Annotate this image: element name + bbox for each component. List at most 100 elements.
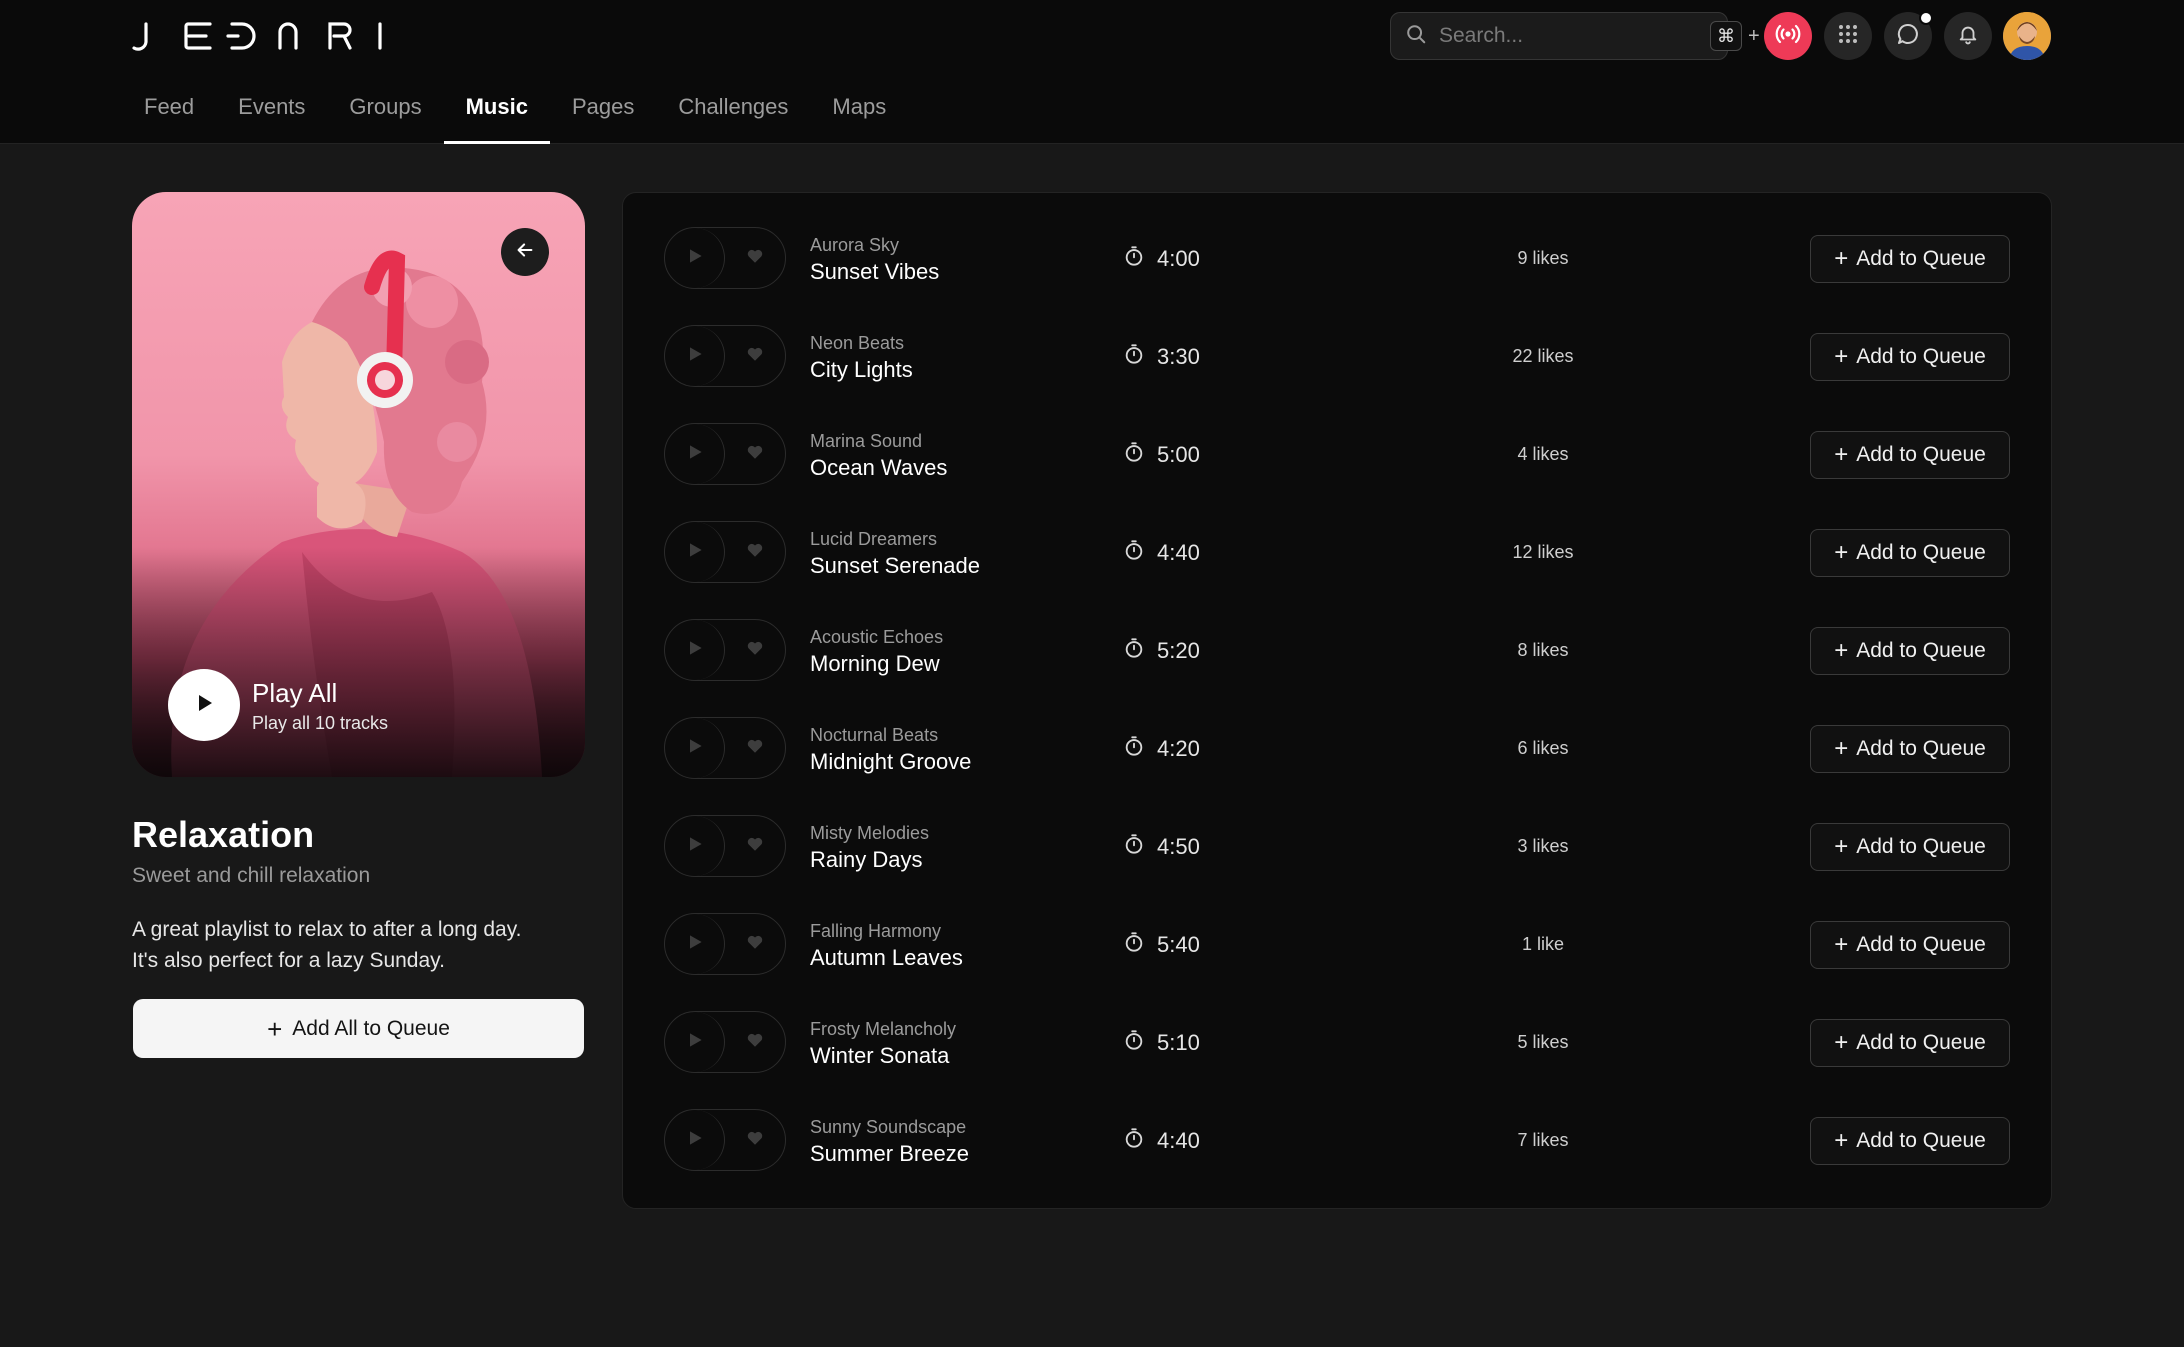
track-duration: 5:00: [1123, 441, 1200, 468]
playlist-description: A great playlist to relax to after a lon…: [132, 914, 592, 976]
track-title[interactable]: City Lights: [810, 357, 913, 383]
play-icon: [685, 736, 705, 761]
track-row: Marina Sound Ocean Waves 5:00 4 likes + …: [623, 389, 2053, 487]
play-icon: [685, 442, 705, 467]
add-to-queue-button[interactable]: + Add to Queue: [1810, 529, 2010, 577]
track-like-button[interactable]: [725, 326, 785, 386]
arrow-left-icon: [514, 239, 536, 266]
add-all-label: Add All to Queue: [292, 1016, 450, 1040]
track-play-button[interactable]: [665, 1110, 726, 1170]
heart-icon: [746, 835, 764, 858]
broadcast-icon: [1774, 20, 1802, 53]
duration-value: 4:50: [1157, 833, 1200, 859]
track-controls: [664, 1011, 786, 1073]
track-play-button[interactable]: [665, 326, 726, 386]
track-list: Aurora Sky Sunset Vibes 4:00 9 likes + A…: [622, 192, 2052, 1209]
avatar[interactable]: [2003, 12, 2051, 60]
track-like-button[interactable]: [725, 816, 785, 876]
add-to-queue-button[interactable]: + Add to Queue: [1810, 823, 2010, 871]
track-play-button[interactable]: [665, 228, 726, 288]
track-artist: Aurora Sky: [810, 235, 900, 255]
add-to-queue-button[interactable]: + Add to Queue: [1810, 1019, 2010, 1067]
tab-challenges[interactable]: Challenges: [656, 86, 810, 144]
track-like-button[interactable]: [725, 620, 785, 680]
track-title[interactable]: Autumn Leaves: [810, 945, 963, 971]
back-button[interactable]: [501, 228, 549, 276]
main-nav: Feed Events Groups Music Pages Challenge…: [122, 86, 908, 144]
play-icon: [685, 344, 705, 369]
play-icon: [685, 932, 705, 957]
tab-music[interactable]: Music: [443, 86, 551, 144]
track-artist: Nocturnal Beats: [810, 725, 939, 745]
plus-icon: +: [1834, 245, 1849, 272]
track-likes: 12 likes: [1512, 542, 1574, 562]
track-like-button[interactable]: [725, 914, 785, 974]
track-play-button[interactable]: [665, 620, 726, 680]
live-button[interactable]: [1764, 12, 1812, 60]
add-to-queue-button[interactable]: + Add to Queue: [1810, 627, 2010, 675]
stopwatch-icon: [1123, 735, 1145, 762]
apps-button[interactable]: [1824, 12, 1872, 60]
track-play-button[interactable]: [665, 914, 726, 974]
add-to-queue-button[interactable]: + Add to Queue: [1810, 333, 2010, 381]
track-title[interactable]: Morning Dew: [810, 651, 940, 677]
duration-value: 5:00: [1157, 441, 1200, 467]
add-to-queue-button[interactable]: + Add to Queue: [1810, 431, 2010, 479]
duration-value: 4:20: [1157, 735, 1200, 761]
track-title[interactable]: Winter Sonata: [810, 1043, 949, 1069]
track-row: Acoustic Echoes Morning Dew 5:20 8 likes…: [623, 585, 2053, 683]
track-play-button[interactable]: [665, 816, 726, 876]
track-title[interactable]: Sunset Vibes: [810, 259, 939, 285]
add-to-queue-button[interactable]: + Add to Queue: [1810, 725, 2010, 773]
track-likes: 6 likes: [1517, 738, 1569, 758]
unread-dot: [1919, 11, 1933, 25]
add-all-to-queue-button[interactable]: + Add All to Queue: [133, 999, 584, 1058]
track-title[interactable]: Sunset Serenade: [810, 553, 980, 579]
tab-feed[interactable]: Feed: [122, 86, 216, 144]
track-artist: Sunny Soundscape: [810, 1117, 967, 1137]
play-all-button[interactable]: [168, 669, 240, 741]
track-title[interactable]: Rainy Days: [810, 847, 922, 873]
track-title[interactable]: Summer Breeze: [810, 1141, 969, 1167]
track-row: Sunny Soundscape Summer Breeze 4:40 7 li…: [623, 1075, 2053, 1173]
add-to-queue-button[interactable]: + Add to Queue: [1810, 235, 2010, 283]
tab-maps[interactable]: Maps: [810, 86, 908, 144]
track-controls: [664, 717, 786, 779]
track-like-button[interactable]: [725, 718, 785, 778]
duration-value: 4:40: [1157, 1127, 1200, 1153]
tab-events[interactable]: Events: [216, 86, 327, 144]
search-box[interactable]: ⌘ + k: [1390, 12, 1798, 60]
messages-button[interactable]: [1884, 11, 1933, 60]
track-like-button[interactable]: [725, 424, 785, 484]
add-to-queue-button[interactable]: + Add to Queue: [1810, 1117, 2010, 1165]
brand-logo[interactable]: [132, 20, 384, 52]
search-input[interactable]: [1439, 24, 1710, 48]
play-all-label[interactable]: Play All: [252, 678, 337, 709]
track-like-button[interactable]: [725, 228, 785, 288]
track-like-button[interactable]: [725, 522, 785, 582]
add-to-queue-button[interactable]: + Add to Queue: [1810, 921, 2010, 969]
track-title[interactable]: Midnight Groove: [810, 749, 971, 775]
track-title[interactable]: Ocean Waves: [810, 455, 947, 481]
track-artist: Marina Sound: [810, 431, 923, 451]
notifications-button[interactable]: [1944, 12, 1992, 60]
tab-pages[interactable]: Pages: [550, 86, 656, 144]
track-like-button[interactable]: [725, 1110, 785, 1170]
track-artist: Frosty Melancholy: [810, 1019, 957, 1039]
stopwatch-icon: [1123, 539, 1145, 566]
track-play-button[interactable]: [665, 1012, 726, 1072]
track-play-button[interactable]: [665, 522, 726, 582]
tab-groups[interactable]: Groups: [327, 86, 443, 144]
track-row: Falling Harmony Autumn Leaves 5:40 1 lik…: [623, 879, 2053, 977]
play-icon: [685, 540, 705, 565]
plus-icon: +: [1834, 931, 1849, 958]
add-to-queue-label: Add to Queue: [1856, 835, 1986, 858]
track-artist: Acoustic Echoes: [810, 627, 944, 647]
duration-value: 5:10: [1157, 1029, 1200, 1055]
play-icon: [192, 691, 216, 720]
track-duration: 3:30: [1123, 343, 1200, 370]
track-play-button[interactable]: [665, 718, 726, 778]
heart-icon: [746, 443, 764, 466]
track-play-button[interactable]: [665, 424, 726, 484]
track-like-button[interactable]: [725, 1012, 785, 1072]
